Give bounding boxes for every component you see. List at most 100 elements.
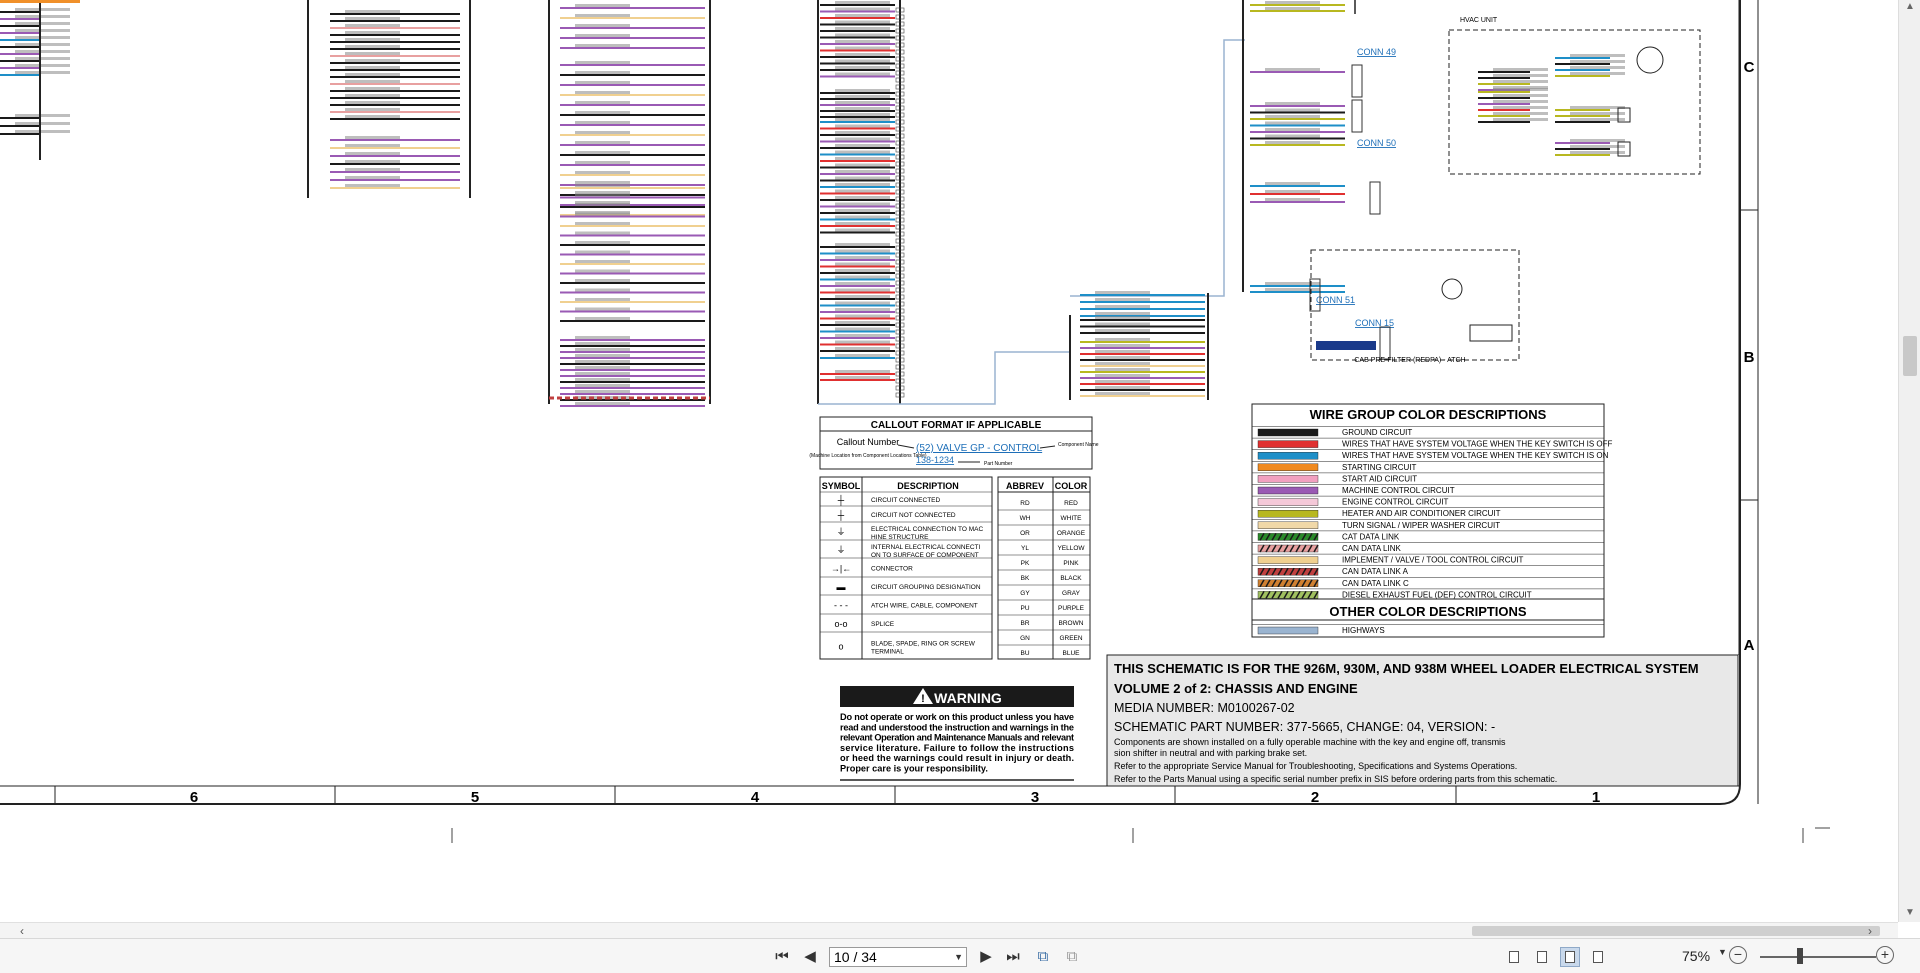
wire-label (15, 36, 70, 39)
page-number-field[interactable]: 10 / 34 ▼ (829, 947, 967, 967)
symbol-description-cont: ON TO SURFACE OF COMPONENT (871, 552, 979, 559)
wire-color-label: TURN SIGNAL / WIPER WASHER CIRCUIT (1342, 521, 1500, 530)
copy-icon[interactable]: ⧉ (1062, 947, 1082, 967)
abbrev-code: PK (1021, 560, 1030, 567)
wire-label (345, 184, 400, 187)
next-page-icon[interactable]: ▶ (976, 947, 996, 967)
wire-label (835, 53, 890, 56)
wire-label (575, 4, 630, 7)
scroll-down-icon[interactable]: ▼ (1903, 906, 1917, 920)
zoom-in-icon[interactable]: + (1876, 946, 1894, 964)
scroll-left-icon[interactable]: ‹ (14, 923, 30, 939)
book-view-icon[interactable] (1588, 947, 1608, 967)
wire-label (1095, 386, 1150, 389)
symbol-description: CONNECTOR (871, 566, 913, 573)
continuous-view-icon[interactable] (1532, 947, 1552, 967)
wire-label (1265, 198, 1320, 201)
zoom-slider[interactable] (1760, 956, 1876, 958)
wire-label (835, 376, 890, 379)
wire-label (1095, 356, 1150, 359)
wire-label (15, 22, 70, 25)
wire-color-label: CAN DATA LINK (1342, 544, 1401, 553)
wire-color-swatch (1257, 486, 1319, 495)
wire-label (345, 10, 400, 13)
wire-label (345, 136, 400, 139)
wire-color-label: START AID CIRCUIT (1342, 474, 1417, 483)
zoom-out-icon[interactable]: − (1729, 946, 1747, 964)
zoom-slider-thumb[interactable] (1797, 948, 1803, 964)
wire-label (575, 390, 630, 393)
zone-number-label: 5 (471, 789, 479, 806)
wire-label (1493, 80, 1548, 83)
wire-label (835, 243, 890, 246)
first-page-icon[interactable]: ⏮ (772, 947, 792, 967)
wire-label (1265, 108, 1320, 112)
wire-label (1095, 316, 1150, 319)
wire-color-title: WIRE GROUP COLOR DESCRIPTIONS (1310, 407, 1547, 422)
wire-color-label: MACHINE CONTROL CIRCUIT (1342, 486, 1455, 495)
connector-block (1369, 181, 1381, 215)
wire-label (835, 33, 890, 37)
single-page-view-icon[interactable] (1504, 947, 1524, 967)
chevron-down-icon[interactable]: ▼ (954, 948, 963, 966)
wire-label (835, 202, 890, 206)
callout-part-example: 138-1234 (916, 455, 954, 465)
wire-label (1493, 68, 1548, 71)
wire-label (1095, 322, 1150, 326)
wire-label (1570, 145, 1625, 148)
wire-color-label: GROUND CIRCUIT (1342, 428, 1412, 437)
wire-label (835, 1, 890, 4)
wire-label (835, 288, 890, 292)
previous-page-icon[interactable]: ◀ (800, 947, 820, 967)
wire-color-label: CAN DATA LINK A (1342, 567, 1409, 576)
wire-label (575, 378, 630, 381)
other-color-swatch (1257, 626, 1319, 635)
wire-label (575, 111, 630, 114)
wire-label (835, 249, 890, 253)
wire-label (345, 168, 400, 171)
wire-label (575, 241, 630, 244)
scroll-right-icon[interactable]: › (1862, 923, 1878, 939)
wire-label (15, 29, 70, 32)
wire-label (1265, 115, 1320, 118)
wire-label (575, 131, 630, 134)
rating-connector-tag (1316, 341, 1376, 350)
abbrev-color-name: PURPLE (1058, 605, 1085, 612)
wire-label (1095, 350, 1150, 353)
rotate-icon[interactable]: ⧉ (1033, 947, 1053, 967)
wire-label (835, 321, 890, 324)
wire-label (1265, 128, 1320, 131)
scroll-up-icon[interactable]: ▲ (1903, 0, 1917, 14)
horizontal-scroll-thumb[interactable] (1472, 926, 1880, 936)
wire-label (345, 115, 400, 118)
horizontal-scrollbar[interactable]: ‹ › (0, 922, 1898, 938)
wire-label (835, 269, 890, 272)
wire-label (835, 354, 890, 357)
wire-label (835, 20, 890, 24)
component-name-label: Component Name (1058, 442, 1099, 448)
wire-label (1095, 362, 1150, 365)
wire-label (835, 308, 890, 311)
wire-label (835, 89, 890, 92)
wire-color-swatch (1257, 556, 1319, 564)
wire-label (345, 87, 400, 90)
abbrev-color-name: GREEN (1059, 635, 1082, 642)
two-page-view-icon[interactable] (1560, 947, 1580, 967)
zoom-dropdown-icon[interactable]: ▼ (1718, 947, 1727, 957)
wire-label (345, 31, 400, 34)
wire-label (1095, 305, 1150, 308)
wire-label (835, 107, 890, 110)
vertical-scroll-thumb[interactable] (1903, 336, 1917, 376)
wire-label (835, 72, 890, 76)
wire-label (575, 336, 630, 339)
wire-label (1265, 141, 1320, 144)
vertical-scrollbar[interactable]: ▲ ▼ (1898, 0, 1920, 922)
wire-label (835, 262, 890, 266)
color-header: COLOR (1055, 481, 1088, 491)
title-note-3: Refer to the Parts Manual using a specif… (1114, 774, 1557, 784)
last-page-icon[interactable]: ⏭ (1003, 947, 1023, 967)
symbol-description: ELECTRICAL CONNECTION TO MAC (871, 526, 984, 533)
wire-label (1493, 106, 1548, 109)
symbol-glyph: ┼ (837, 509, 845, 521)
abbrev-color-name: BLACK (1060, 575, 1082, 582)
